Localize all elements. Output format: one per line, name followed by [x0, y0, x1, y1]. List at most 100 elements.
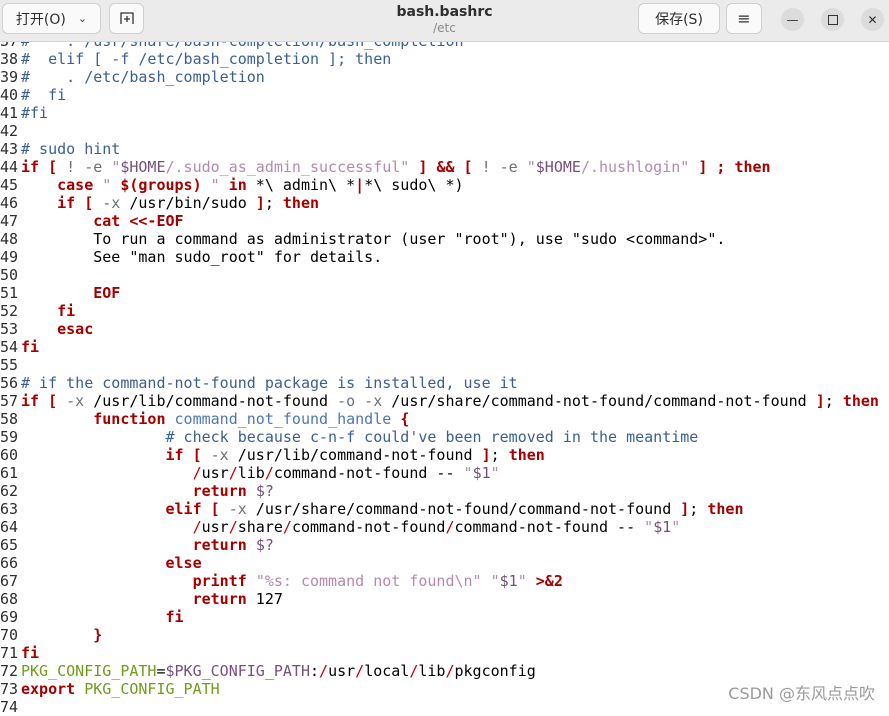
menu-button[interactable]: ≡: [726, 3, 762, 34]
line-content: fi: [21, 644, 39, 662]
token-variable-ref: $1: [653, 518, 672, 536]
minimize-icon: —: [786, 12, 799, 27]
line-content: fi: [21, 608, 184, 626]
code-line[interactable]: 53 esac: [0, 320, 889, 338]
line-number: 56: [0, 374, 19, 392]
line-content: if [ -x /usr/bin/sudo ]; then: [21, 194, 319, 212]
token-keyword: if: [21, 158, 40, 176]
close-button[interactable]: ✕: [861, 8, 884, 31]
token-text: /usr/lib/command-not-found: [228, 446, 482, 464]
code-line[interactable]: 43 # sudo hint: [0, 140, 889, 158]
code-line[interactable]: 45 case " $(groups) " in *\ admin\ *|*\ …: [0, 176, 889, 194]
token-path-separator: /: [228, 464, 238, 482]
code-line[interactable]: 55: [0, 356, 889, 374]
code-line[interactable]: 49 See "man sudo_root" for details.: [0, 248, 889, 266]
line-content: # if the command-not-found package is in…: [21, 374, 518, 392]
code-line[interactable]: 50: [0, 266, 889, 284]
code-line[interactable]: 39 # . /etc/bash_completion: [0, 68, 889, 86]
token-keyword: function: [93, 410, 166, 428]
token-path-separator: /: [192, 518, 202, 536]
code-line[interactable]: 44 if [ ! -e "$HOME/.sudo_as_admin_succes…: [0, 158, 889, 176]
line-content: }: [21, 626, 102, 644]
token-option: -x: [210, 446, 229, 464]
code-line[interactable]: 41 #fi: [0, 104, 889, 122]
token-text: ;: [689, 500, 708, 518]
token-text: /usr/lib/command-not-found: [84, 392, 338, 410]
token-keyword: else: [165, 554, 202, 572]
line-number: 57: [0, 392, 19, 410]
token-keyword: |: [355, 176, 365, 194]
token-keyword: return: [192, 536, 247, 554]
token-variable-ref: $PKG_CONFIG_PATH: [165, 662, 311, 680]
code-line[interactable]: 60 if [ -x /usr/lib/command-not-found ];…: [0, 446, 889, 464]
code-line[interactable]: 56 # if the command-not-found package is …: [0, 374, 889, 392]
token-text: ;: [264, 194, 283, 212]
code-line[interactable]: 46 if [ -x /usr/bin/sudo ]; then: [0, 194, 889, 212]
save-button[interactable]: 保存(S): [638, 3, 720, 34]
text-editor[interactable]: 37# . /usr/share/bash-completion/bash_co…: [0, 32, 889, 716]
code-line[interactable]: 67 printf "%s: command not found\n" "$1"…: [0, 572, 889, 590]
code-line[interactable]: 40 # fi: [0, 86, 889, 104]
code-line[interactable]: 62 return $?: [0, 482, 889, 500]
code-line[interactable]: 66 else: [0, 554, 889, 572]
token-string: ": [671, 518, 681, 536]
code-line[interactable]: 51 EOF: [0, 284, 889, 302]
token-text: pkgconfig: [454, 662, 536, 680]
token-text: usr: [328, 662, 356, 680]
token-path-separator: /: [282, 518, 292, 536]
code-line[interactable]: 38 # elif [ -f /etc/bash_completion ]; th…: [0, 50, 889, 68]
code-line[interactable]: 64 /usr/share/command-not-found/command-…: [0, 518, 889, 536]
line-content: # check because c-n-f could've been remo…: [21, 428, 699, 446]
token-option: ! -e: [481, 158, 518, 176]
line-number: 72: [0, 662, 19, 680]
code-line[interactable]: 47 cat <<-EOF: [0, 212, 889, 230]
token-keyword: ]: [815, 392, 825, 410]
code-line[interactable]: 69 fi: [0, 608, 889, 626]
token-keyword: >&2: [535, 572, 563, 590]
watermark: CSDN @东风点点吹: [728, 684, 875, 703]
code-line[interactable]: 54 fi: [0, 338, 889, 356]
line-content: if [ -x /usr/lib/command-not-found ]; th…: [21, 446, 545, 464]
code-line[interactable]: 59 # check because c-n-f could've been r…: [0, 428, 889, 446]
token-option: -o -x: [337, 392, 383, 410]
token-keyword: &&: [436, 158, 455, 176]
code-line[interactable]: 63 elif [ -x /usr/share/command-not-foun…: [0, 500, 889, 518]
minimize-button[interactable]: —: [781, 8, 804, 31]
code-line[interactable]: 57 if [ -x /usr/lib/command-not-found -o …: [0, 392, 889, 410]
line-content: fi: [21, 302, 75, 320]
line-number: 62: [0, 482, 19, 500]
code-line[interactable]: 65 return $?: [0, 536, 889, 554]
code-line[interactable]: 52 fi: [0, 302, 889, 320]
token-text: ;: [824, 392, 843, 410]
code-line[interactable]: 48 To run a command as administrator (us…: [0, 230, 889, 248]
line-content: function command_not_found_handle {: [21, 410, 409, 428]
token-keyword: {: [400, 410, 410, 428]
code-line[interactable]: 71 fi: [0, 644, 889, 662]
token-text: command-not-found --: [273, 464, 464, 482]
token-keyword: elif: [165, 500, 202, 518]
code-line[interactable]: 68 return 127: [0, 590, 889, 608]
token-text: *\ sudo\ *): [364, 176, 464, 194]
code-line[interactable]: 42: [0, 122, 889, 140]
code-line[interactable]: 72 PKG_CONFIG_PATH=$PKG_CONFIG_PATH:/usr/…: [0, 662, 889, 680]
token-text: To run a command as administrator (user …: [21, 230, 726, 248]
line-number: 39: [0, 68, 19, 86]
token-text: lib: [418, 662, 446, 680]
code-line[interactable]: 61 /usr/lib/command-not-found -- "$1": [0, 464, 889, 482]
code-line[interactable]: 58 function command_not_found_handle {: [0, 410, 889, 428]
code-line[interactable]: 70 }: [0, 626, 889, 644]
token-keyword: [: [210, 500, 220, 518]
maximize-button[interactable]: [821, 8, 844, 31]
